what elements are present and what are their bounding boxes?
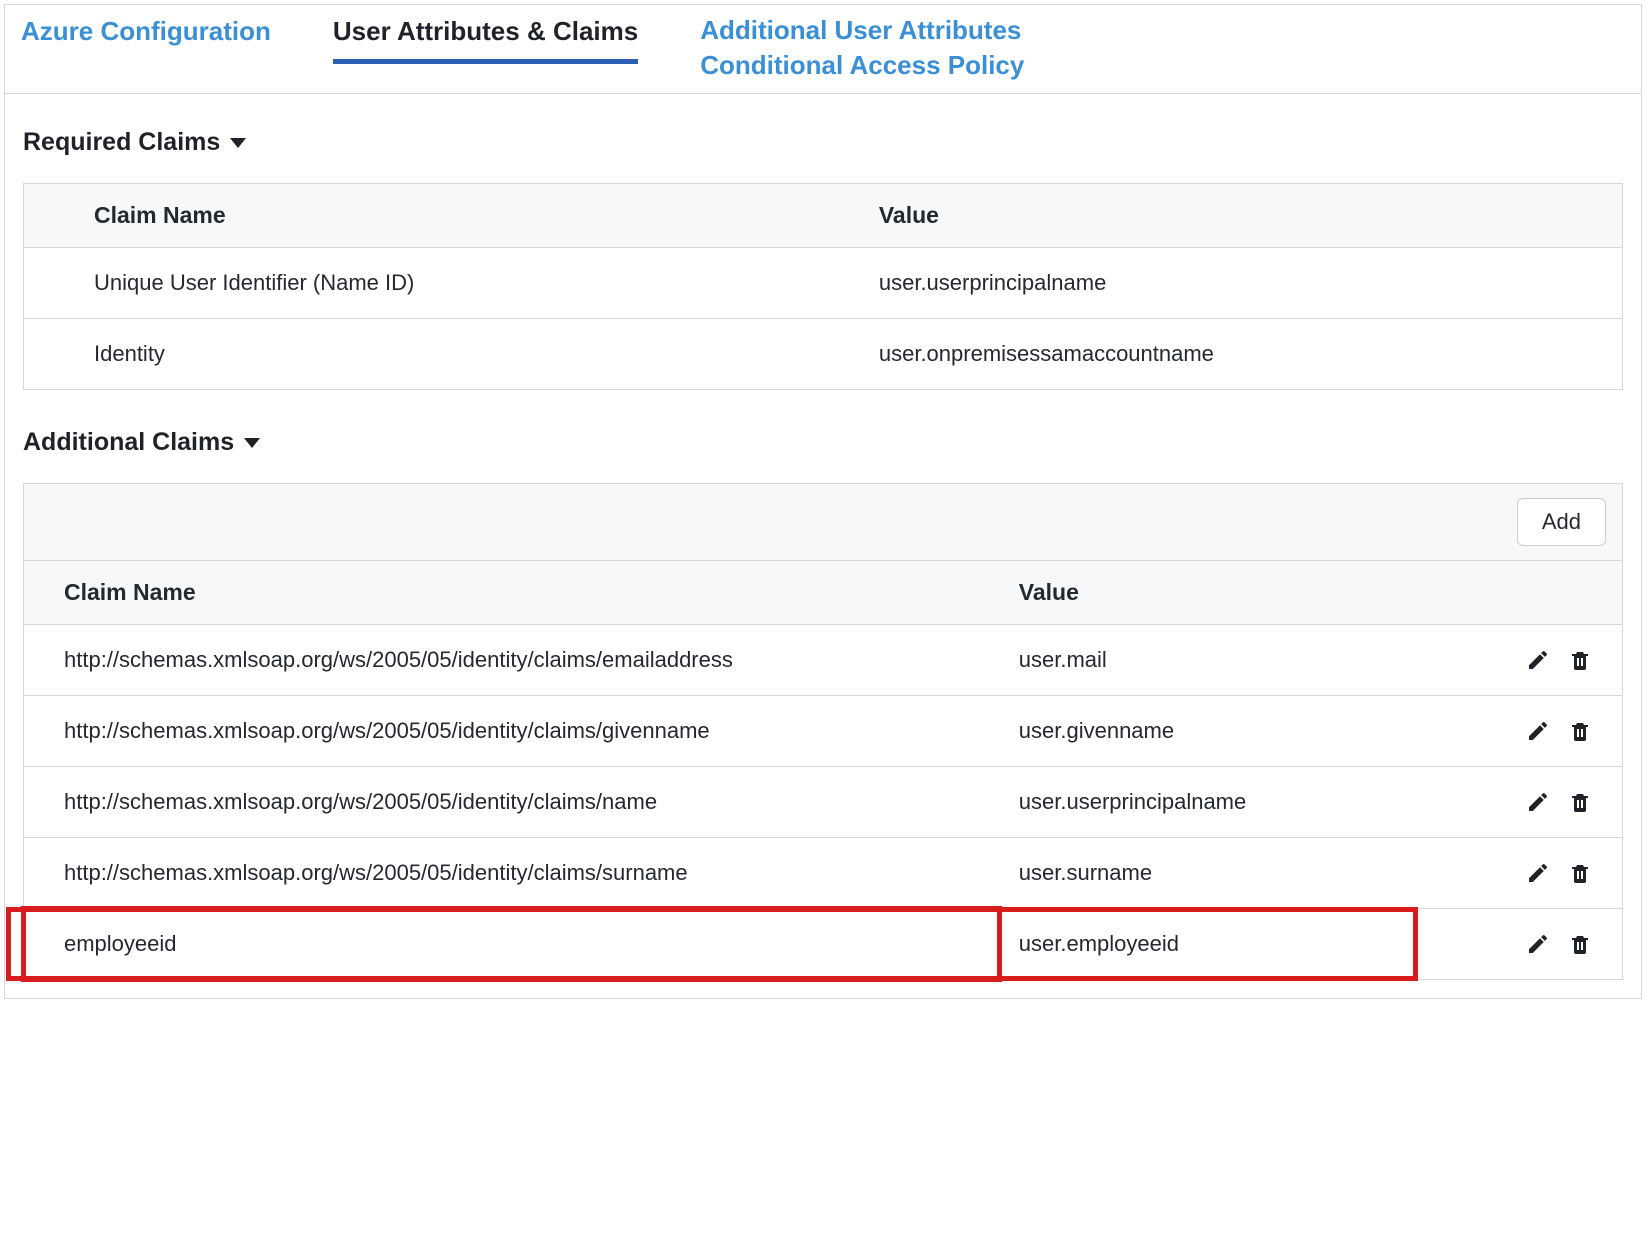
- required-claims-table: Claim Name Value Unique User Identifier …: [23, 183, 1623, 390]
- claim-value-cell: user.givenname: [999, 696, 1430, 767]
- claim-value-cell: user.mail: [999, 625, 1430, 696]
- table-row: http://schemas.xmlsoap.org/ws/2005/05/id…: [24, 767, 1622, 838]
- table-row: Unique User Identifier (Name ID)user.use…: [24, 248, 1623, 319]
- claim-value-cell: user.userprincipalname: [859, 248, 1623, 319]
- edit-icon[interactable]: [1526, 861, 1550, 885]
- claim-value-cell: user.employeeid: [999, 909, 1430, 980]
- table-row: http://schemas.xmlsoap.org/ws/2005/05/id…: [24, 838, 1622, 909]
- page-container: Azure Configuration User Attributes & Cl…: [4, 4, 1642, 999]
- edit-icon[interactable]: [1526, 790, 1550, 814]
- actions-cell: [1430, 838, 1622, 909]
- required-claims-header[interactable]: Required Claims: [23, 128, 1623, 157]
- add-button-row: Add: [24, 484, 1622, 560]
- claim-name-cell: employeeid: [24, 909, 999, 980]
- actions-cell: [1430, 909, 1622, 980]
- additional-claims-container: Add Claim Name Value http://schemas.xmls…: [23, 483, 1623, 980]
- delete-icon[interactable]: [1568, 648, 1592, 672]
- caret-down-icon: [244, 438, 260, 448]
- table-row: http://schemas.xmlsoap.org/ws/2005/05/id…: [24, 625, 1622, 696]
- tab-additional-line1: Additional User Attributes: [700, 13, 1024, 48]
- delete-icon[interactable]: [1568, 719, 1592, 743]
- edit-icon[interactable]: [1526, 719, 1550, 743]
- tab-azure-configuration[interactable]: Azure Configuration: [21, 13, 271, 59]
- claim-name-cell: http://schemas.xmlsoap.org/ws/2005/05/id…: [24, 838, 999, 909]
- edit-icon[interactable]: [1526, 648, 1550, 672]
- actions-cell: [1430, 625, 1622, 696]
- claim-name-cell: http://schemas.xmlsoap.org/ws/2005/05/id…: [24, 696, 999, 767]
- delete-icon[interactable]: [1568, 932, 1592, 956]
- content-area: Required Claims Claim Name Value Unique …: [5, 94, 1641, 998]
- table-row: http://schemas.xmlsoap.org/ws/2005/05/id…: [24, 696, 1622, 767]
- table-row: employeeiduser.employeeid: [24, 909, 1622, 980]
- tab-additional-conditional[interactable]: Additional User Attributes Conditional A…: [700, 13, 1024, 93]
- claim-value-cell: user.userprincipalname: [999, 767, 1430, 838]
- claim-name-cell: Identity: [24, 319, 859, 390]
- column-header-claim-name: Claim Name: [24, 561, 999, 625]
- tab-bar: Azure Configuration User Attributes & Cl…: [5, 5, 1641, 94]
- actions-cell: [1430, 767, 1622, 838]
- claim-name-cell: Unique User Identifier (Name ID): [24, 248, 859, 319]
- additional-claims-table: Claim Name Value http://schemas.xmlsoap.…: [24, 560, 1622, 979]
- tab-additional-line2: Conditional Access Policy: [700, 48, 1024, 83]
- delete-icon[interactable]: [1568, 790, 1592, 814]
- additional-claims-label: Additional Claims: [23, 428, 234, 457]
- column-header-actions: [1430, 561, 1622, 625]
- claim-name-cell: http://schemas.xmlsoap.org/ws/2005/05/id…: [24, 767, 999, 838]
- tab-user-attributes-claims[interactable]: User Attributes & Claims: [333, 13, 638, 64]
- edit-icon[interactable]: [1526, 932, 1550, 956]
- column-header-value: Value: [999, 561, 1430, 625]
- delete-icon[interactable]: [1568, 861, 1592, 885]
- required-claims-label: Required Claims: [23, 128, 220, 157]
- claim-value-cell: user.surname: [999, 838, 1430, 909]
- additional-claims-header[interactable]: Additional Claims: [23, 428, 1623, 457]
- actions-cell: [1430, 696, 1622, 767]
- column-header-claim-name: Claim Name: [24, 184, 859, 248]
- table-row: Identityuser.onpremisessamaccountname: [24, 319, 1623, 390]
- column-header-value: Value: [859, 184, 1623, 248]
- claim-value-cell: user.onpremisessamaccountname: [859, 319, 1623, 390]
- caret-down-icon: [230, 138, 246, 148]
- add-button[interactable]: Add: [1517, 498, 1606, 546]
- claim-name-cell: http://schemas.xmlsoap.org/ws/2005/05/id…: [24, 625, 999, 696]
